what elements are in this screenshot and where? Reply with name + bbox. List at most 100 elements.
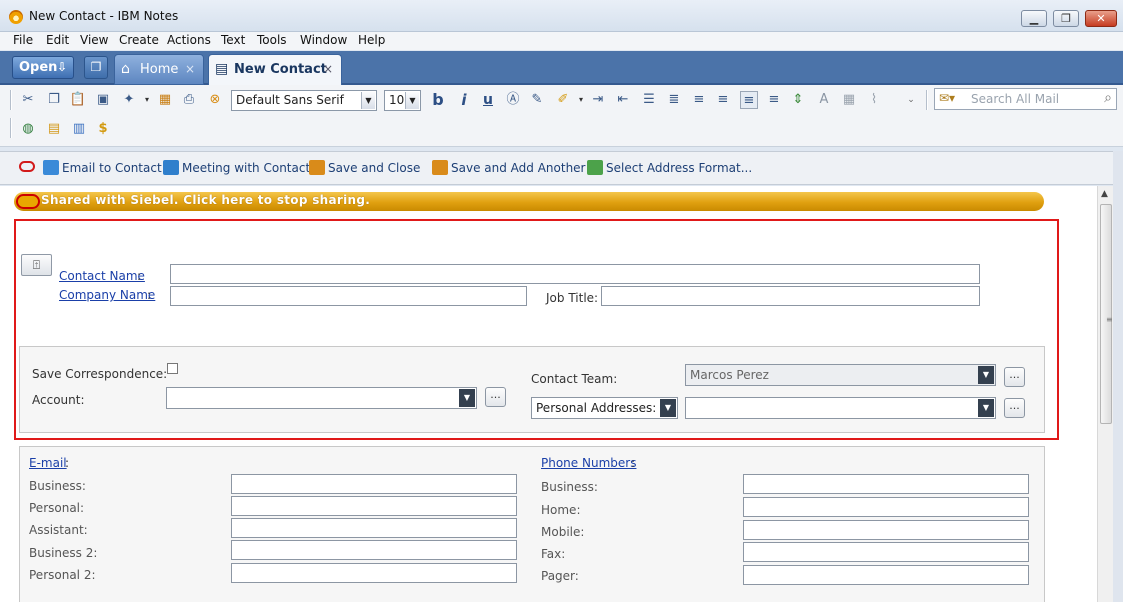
phone-business-input[interactable] bbox=[743, 474, 1029, 494]
table-icon[interactable]: ▦ bbox=[840, 91, 858, 109]
phone-fax-label: Fax: bbox=[541, 547, 566, 561]
search-all-mail-input[interactable]: ✉▾ Search All Mail ⌕ bbox=[934, 88, 1117, 110]
open-button[interactable]: Open ⇩ bbox=[12, 56, 74, 79]
outdent-icon[interactable]: ⇤ bbox=[614, 91, 632, 109]
coins-icon[interactable]: $ bbox=[94, 120, 112, 138]
search-scope-icon[interactable]: ✉▾ bbox=[939, 91, 955, 105]
print-icon[interactable]: ⎙ bbox=[180, 91, 198, 109]
personal-address-select[interactable]: ▼ bbox=[685, 397, 996, 419]
minimize-button[interactable]: ▁ bbox=[1021, 10, 1047, 27]
email-to-contact-button[interactable]: Email to Contact bbox=[43, 160, 162, 175]
globe-icon[interactable]: ◍ bbox=[19, 120, 37, 138]
company-name-input[interactable] bbox=[170, 286, 527, 306]
cancel-icon[interactable]: ⊗ bbox=[206, 91, 224, 109]
window-switch-icon[interactable]: ❐ bbox=[84, 56, 108, 79]
note-icon[interactable]: ▤ bbox=[45, 120, 63, 138]
save-and-add-another-button[interactable]: Save and Add Another bbox=[432, 160, 586, 175]
vertical-scrollbar[interactable]: ▲ ≡ bbox=[1097, 186, 1113, 602]
database-icon[interactable]: ▥ bbox=[70, 120, 88, 138]
siebel-sharing-banner[interactable]: Shared with Siebel. Click here to stop s… bbox=[14, 192, 1044, 211]
select-address-format-button[interactable]: Select Address Format... bbox=[587, 160, 752, 175]
align-left-icon[interactable]: ≡ bbox=[740, 91, 758, 109]
text-color-icon[interactable]: Ⓐ bbox=[504, 91, 522, 109]
paste-special-icon[interactable]: ▣ bbox=[94, 91, 112, 109]
chevron-down-icon: ▼ bbox=[405, 92, 419, 109]
eraser-icon[interactable]: ✎ bbox=[528, 91, 546, 109]
menu-window[interactable]: Window bbox=[300, 33, 347, 47]
contact-form-icon: ▤ bbox=[215, 61, 229, 77]
close-window-button[interactable]: ✕ bbox=[1085, 10, 1117, 27]
new-icon[interactable]: ✦ bbox=[120, 91, 138, 109]
maximize-button[interactable]: ❐ bbox=[1053, 10, 1079, 27]
styles-icon[interactable]: A bbox=[815, 91, 833, 109]
italic-button[interactable]: i bbox=[455, 91, 473, 109]
contact-name-input[interactable] bbox=[170, 264, 980, 284]
font-size-select[interactable]: 10 ▼ bbox=[384, 90, 421, 111]
phone-mobile-input[interactable] bbox=[743, 520, 1029, 540]
contact-photo-button[interactable]: ⍐ bbox=[21, 254, 52, 276]
tab-new-contact[interactable]: ▤ New Contact × bbox=[208, 54, 342, 85]
spacing-icon[interactable]: ⇕ bbox=[789, 91, 807, 109]
highlight-icon[interactable]: ✐ bbox=[554, 91, 572, 109]
scroll-thumb[interactable]: ≡ bbox=[1100, 204, 1113, 424]
email-business2-input[interactable] bbox=[231, 540, 517, 560]
tab-home[interactable]: ⌂ Home × bbox=[114, 54, 204, 85]
phone-pager-label: Pager: bbox=[541, 569, 579, 583]
tab-new-contact-close-icon[interactable]: × bbox=[323, 62, 333, 76]
email-heading-link[interactable]: E-mail bbox=[29, 456, 67, 470]
siebel-toggle-icon[interactable] bbox=[19, 161, 35, 175]
menu-create[interactable]: Create bbox=[119, 33, 159, 47]
window-title: New Contact - IBM Notes bbox=[29, 9, 179, 23]
phone-home-input[interactable] bbox=[743, 497, 1029, 517]
save-icon[interactable]: ▦ bbox=[156, 91, 174, 109]
indent-icon[interactable]: ⇥ bbox=[589, 91, 607, 109]
new-dropdown-icon[interactable]: ▾ bbox=[138, 91, 156, 109]
align-justify-icon[interactable]: ≡ bbox=[714, 91, 732, 109]
menu-help[interactable]: Help bbox=[358, 33, 385, 47]
contact-team-lookup-button[interactable]: ... bbox=[1004, 367, 1025, 387]
menu-tools[interactable]: Tools bbox=[257, 33, 287, 47]
bold-button[interactable]: b bbox=[429, 91, 447, 109]
align-right-icon[interactable]: ≡ bbox=[765, 91, 783, 109]
phone-numbers-heading-link[interactable]: Phone Numbers bbox=[541, 456, 636, 470]
personal-address-lookup-button[interactable]: ... bbox=[1004, 398, 1025, 418]
menu-view[interactable]: View bbox=[80, 33, 108, 47]
cut-icon[interactable]: ✂ bbox=[19, 91, 37, 109]
email-assistant-label: Assistant: bbox=[29, 523, 88, 537]
underline-button[interactable]: u bbox=[479, 91, 497, 109]
save-and-close-button[interactable]: Save and Close bbox=[309, 160, 420, 175]
paste-icon[interactable]: 📋 bbox=[69, 91, 87, 109]
highlight-dropdown-icon[interactable]: ▾ bbox=[572, 91, 590, 109]
tab-home-close-icon[interactable]: × bbox=[185, 62, 195, 76]
save-correspondence-checkbox[interactable] bbox=[167, 363, 178, 374]
font-name-select[interactable]: Default Sans Serif ▼ bbox=[231, 90, 377, 111]
email-personal-label: Personal: bbox=[29, 501, 85, 515]
account-lookup-button[interactable]: ... bbox=[485, 387, 506, 407]
contact-team-select[interactable]: Marcos Perez ▼ bbox=[685, 364, 996, 386]
save-and-add-another-label: Save and Add Another bbox=[451, 161, 586, 175]
menu-actions[interactable]: Actions bbox=[167, 33, 211, 47]
attach-icon[interactable]: ⌇ bbox=[865, 91, 883, 109]
job-title-input[interactable] bbox=[601, 286, 980, 306]
email-business-input[interactable] bbox=[231, 474, 517, 494]
email-personal2-input[interactable] bbox=[231, 563, 517, 583]
scroll-up-icon[interactable]: ▲ bbox=[1101, 189, 1108, 199]
copy-icon[interactable]: ❐ bbox=[45, 91, 63, 109]
email-assistant-input[interactable] bbox=[231, 518, 517, 538]
menu-file[interactable]: File bbox=[13, 33, 33, 47]
personal-addresses-select[interactable]: Personal Addresses: ▼ bbox=[531, 397, 678, 419]
bullets-icon[interactable]: ☰ bbox=[640, 91, 658, 109]
account-select[interactable]: ▼ bbox=[166, 387, 477, 409]
contact-name-link[interactable]: Contact Name bbox=[59, 269, 145, 283]
meeting-with-contact-button[interactable]: Meeting with Contact bbox=[163, 160, 310, 175]
align-center-icon[interactable]: ≡ bbox=[690, 91, 708, 109]
menu-edit[interactable]: Edit bbox=[46, 33, 69, 47]
email-personal-input[interactable] bbox=[231, 496, 517, 516]
phone-fax-input[interactable] bbox=[743, 542, 1029, 562]
menu-text[interactable]: Text bbox=[221, 33, 245, 47]
search-icon[interactable]: ⌕ bbox=[1104, 90, 1112, 106]
phone-pager-input[interactable] bbox=[743, 565, 1029, 585]
company-name-link[interactable]: Company Name bbox=[59, 288, 155, 302]
more-tools-icon[interactable]: ⌄ bbox=[902, 91, 920, 109]
numbering-icon[interactable]: ≣ bbox=[665, 91, 683, 109]
